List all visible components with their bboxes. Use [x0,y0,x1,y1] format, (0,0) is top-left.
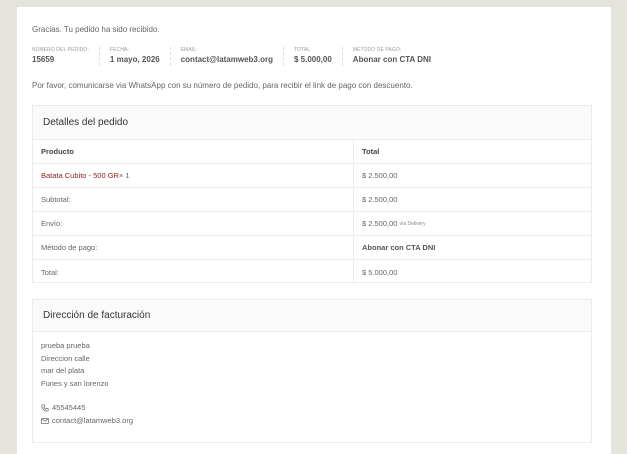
column-header-product: Producto [41,147,74,156]
billing-address-line: Direccion calle [41,353,90,363]
order-overview: NÚMERO DEL PEDIDO: 15659 FECHA: 1 mayo, … [32,47,451,66]
overview-value: $ 5.000,00 [293,55,332,64]
product-link[interactable]: Batata Cubito - 500 GR [41,171,119,180]
billing-email-value: contact@latamweb3.org [52,415,133,425]
total-value: $ 5.000,00 [353,260,591,284]
payment-method-value: Abonar con CTA DNI [353,236,591,259]
subtotal-label: Subtotal: [41,195,71,204]
overview-value: 15659 [32,55,55,64]
product-total: $ 2.500,00 [353,164,591,187]
order-details-section: Detalles del pedido Producto Total Batat… [32,105,592,284]
billing-email: contact@latamweb3.org [41,415,591,428]
overview-email: EMAIL: contact@latamweb3.org [181,47,284,66]
column-header-total: Total [353,140,591,163]
shipping-label: Envío: [41,219,63,228]
overview-payment-method: MÉTODO DE PAGO: Abonar con CTA DNI [353,47,441,66]
billing-address: prueba prueba Direccion calle mar del pl… [33,332,591,427]
table-row-product: Batata Cubito - 500 GR ​× 1 $ 2.500,00 [33,164,591,188]
table-header-row: Producto Total [33,140,591,164]
overview-label: MÉTODO DE PAGO: [352,47,402,53]
shipping-value: $ 2.500,00 [362,219,398,228]
overview-label: NÚMERO DEL PEDIDO: [32,47,89,53]
total-label: Total: [41,267,59,277]
thank-you-message: Gracias. Tu pedido ha sido recibido. [32,25,160,34]
payment-note: Por favor, comunicarse via WhatsApp con … [32,81,413,90]
overview-total: TOTAL: $ 5.000,00 [294,47,343,66]
table-row-shipping: Envío: $ 2.500,00 vía Delivery [33,212,591,236]
product-quantity: ​× 1 [118,171,130,180]
subtotal-value: $ 2.500,00 [353,188,591,211]
overview-order-number: NÚMERO DEL PEDIDO: 15659 [32,47,100,66]
overview-date: FECHA: 1 mayo, 2026 [110,47,171,66]
table-row-subtotal: Subtotal: $ 2.500,00 [33,188,591,212]
billing-city: mar del plata [41,366,85,375]
billing-address-title: Dirección de facturación [33,300,591,332]
overview-value: Abonar con CTA DNI [352,55,432,64]
billing-state: Funes y san lorenzo [41,378,109,388]
billing-phone: 45545445 [41,402,591,415]
billing-name: prueba prueba [41,341,90,350]
phone-icon [41,404,49,412]
overview-label: FECHA: [109,47,129,53]
table-row-total: Total: $ 5.000,00 [33,260,591,284]
email-icon [41,417,49,424]
overview-label: EMAIL: [180,47,198,53]
product-cell: Batata Cubito - 500 GR ​× 1 [33,171,353,180]
order-received-page: Gracias. Tu pedido ha sido recibido. NÚM… [17,7,611,454]
billing-phone-value: 45545445 [52,403,86,412]
payment-method-label: Método de pago: [41,243,98,252]
table-row-payment-method: Método de pago: Abonar con CTA DNI [33,236,591,260]
shipping-method: vía Delivery [399,220,426,227]
overview-value: 1 mayo, 2026 [109,55,160,64]
overview-value: contact@latamweb3.org [180,55,273,64]
order-details-title: Detalles del pedido [33,106,591,140]
billing-address-section: Dirección de facturación prueba prueba D… [32,299,592,443]
shipping-cell: $ 2.500,00 vía Delivery [353,212,591,235]
overview-label: TOTAL: [293,47,312,53]
